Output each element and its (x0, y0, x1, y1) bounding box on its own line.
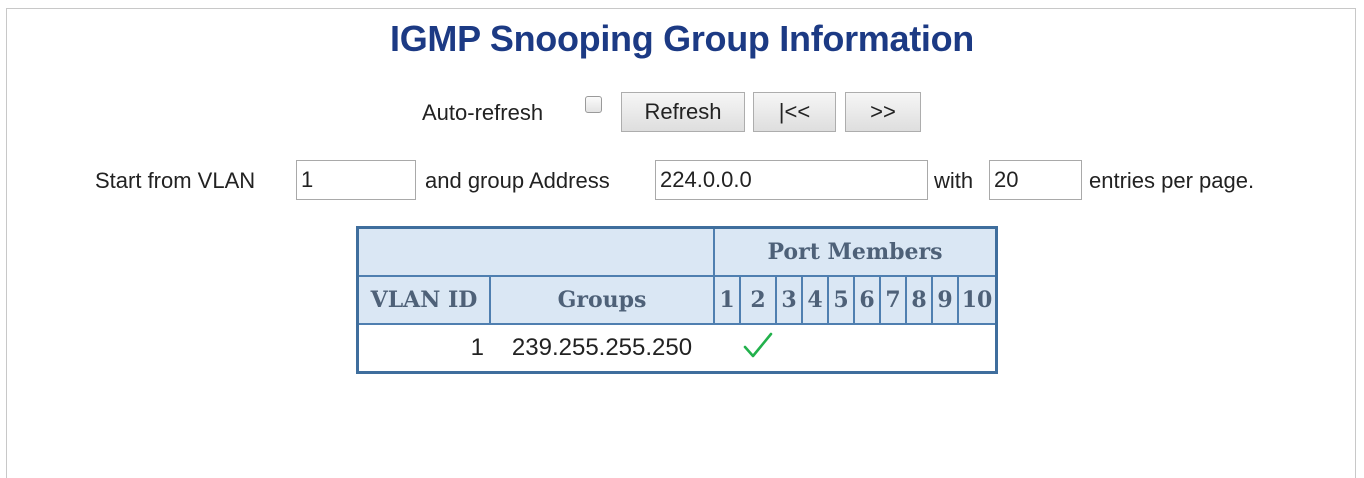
check-icon (743, 332, 773, 357)
auto-refresh-label: Auto-refresh (422, 100, 544, 125)
first-page-button[interactable]: |<< (753, 92, 836, 132)
with-label: with (934, 168, 974, 193)
port-header: 8 (905, 275, 933, 325)
member-cell (880, 324, 906, 373)
member-cell (958, 324, 997, 373)
port-header: 1 (713, 275, 741, 325)
port-header: 4 (801, 275, 829, 325)
table-header-row-1: Port Members (356, 226, 998, 277)
entries-per-page-input[interactable] (989, 160, 1082, 200)
next-page-button[interactable]: >> (845, 92, 921, 132)
port-header: 2 (739, 275, 777, 325)
igmp-group-table: Port Members VLAN ID Groups 1 2 3 4 5 6 … (356, 226, 998, 374)
vlan-id-cell: 1 (470, 334, 484, 361)
member-cell (714, 324, 740, 373)
page-title: IGMP Snooping Group Information (390, 18, 974, 59)
port-header: 7 (879, 275, 907, 325)
member-cell (932, 324, 958, 373)
port-header: 9 (931, 275, 959, 325)
port-header: 5 (827, 275, 855, 325)
member-cell (776, 324, 802, 373)
member-cell (854, 324, 880, 373)
vlan-id-header: VLAN ID (356, 275, 491, 325)
port-members-header: Port Members (713, 226, 998, 277)
refresh-controls: Auto-refresh Refresh |<< >> (0, 92, 1364, 134)
table-header-row-2: VLAN ID Groups 1 2 3 4 5 6 7 8 9 10 (356, 275, 998, 325)
port-header: 6 (853, 275, 881, 325)
entries-per-page-label: entries per page. (1089, 168, 1255, 193)
member-cell (740, 324, 776, 373)
filter-row: Start from VLAN and group Address with e… (0, 160, 1364, 200)
start-vlan-input[interactable] (296, 160, 416, 200)
port-header: 3 (775, 275, 803, 325)
group-address-label: and group Address (425, 168, 610, 193)
refresh-button[interactable]: Refresh (621, 92, 745, 132)
member-cell (802, 324, 828, 373)
start-vlan-label: Start from VLAN (95, 168, 256, 193)
member-cell (906, 324, 932, 373)
port-header: 10 (957, 275, 998, 325)
table-row: 1 239.255.255.250 (358, 324, 997, 373)
group-address-input[interactable] (655, 160, 928, 200)
group-address-cell: 239.255.255.250 (511, 334, 693, 361)
auto-refresh-checkbox[interactable] (585, 96, 602, 113)
member-cell (828, 324, 854, 373)
groups-header: Groups (489, 275, 715, 325)
blank-header-cell (356, 226, 715, 277)
